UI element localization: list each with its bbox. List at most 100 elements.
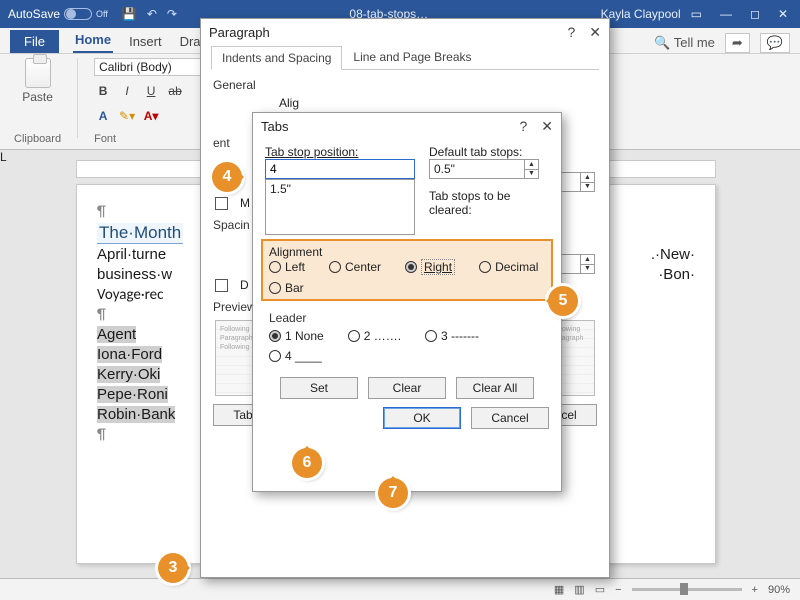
toggle-off-icon[interactable] (64, 8, 92, 20)
ribbon-options-icon[interactable]: ▭ (691, 7, 702, 21)
dialog-title: Paragraph (209, 25, 270, 40)
close-icon[interactable]: ✕ (778, 7, 788, 21)
callout-badge-3: 3 (158, 553, 188, 583)
clipboard-icon (25, 58, 51, 88)
dialog-titlebar[interactable]: Paragraph ? ✕ (201, 19, 609, 45)
leader-group: Leader 1 None 2 ……. 3 ------- 4 ____ (263, 307, 551, 369)
redo-icon[interactable]: ↷ (167, 7, 177, 21)
font-color-button[interactable]: A (94, 107, 112, 125)
tell-me-label: Tell me (674, 35, 715, 50)
leader-none-radio[interactable]: 1 None (269, 329, 324, 343)
tabs-dialog: Tabs ? ✕ Tab stop position: 1.5" Default… (252, 112, 562, 492)
font-group-label: Font (94, 133, 116, 145)
default-tab-stops-label: Default tab stops: (429, 145, 549, 159)
callout-badge-5: 5 (548, 286, 578, 316)
tab-indents-spacing[interactable]: Indents and Spacing (211, 46, 342, 70)
leader-underline-radio[interactable]: 4 ____ (269, 349, 322, 363)
mirror-indents-checkbox[interactable] (215, 197, 228, 210)
highlight-button[interactable]: ✎▾ (118, 107, 136, 125)
bold-button[interactable]: B (94, 82, 112, 100)
tab-insert[interactable]: Insert (127, 30, 164, 53)
tab-file[interactable]: File (10, 30, 59, 53)
tab-stop-position-input[interactable] (265, 159, 415, 179)
align-center-radio[interactable]: Center (329, 259, 381, 275)
strikethrough-button[interactable]: ab (166, 82, 184, 100)
clear-all-button[interactable]: Clear All (456, 377, 534, 399)
autosave-label: AutoSave (8, 7, 60, 21)
undo-icon[interactable]: ↶ (147, 7, 157, 21)
align-right-radio[interactable]: Right (405, 259, 455, 275)
autosave-toggle[interactable]: AutoSave Off (8, 7, 108, 21)
help-icon[interactable]: ? (519, 118, 527, 135)
status-bar: ▦ ▥ ▭ − + 90% (0, 578, 800, 600)
tab-line-breaks[interactable]: Line and Page Breaks (342, 45, 482, 69)
tab-home[interactable]: Home (73, 28, 113, 53)
leader-group-title: Leader (269, 311, 545, 325)
read-mode-icon[interactable]: ▦ (554, 583, 564, 596)
section-general: General (213, 78, 597, 92)
align-left-radio[interactable]: Left (269, 259, 305, 275)
selected-text: Robin·Bank (97, 406, 175, 423)
italic-button[interactable]: I (118, 82, 136, 100)
leader-dashes-radio[interactable]: 3 ------- (425, 329, 479, 343)
selected-text: Pepe·Roni (97, 386, 168, 403)
callout-badge-7: 7 (378, 478, 408, 508)
vertical-ruler-gutter: L (0, 150, 24, 578)
heading-text: The·Month (97, 223, 183, 244)
dont-add-space-checkbox[interactable] (215, 279, 228, 292)
callout-badge-4: 4 (212, 162, 242, 192)
selected-text: Iona·Ford (97, 346, 162, 363)
default-tab-value: 0.5" (434, 162, 455, 176)
quick-access-toolbar: 💾 ↶ ↷ (122, 7, 177, 21)
autosave-state: Off (96, 9, 108, 19)
dialog-titlebar[interactable]: Tabs ? ✕ (253, 113, 561, 139)
clipboard-group: Paste Clipboard (8, 58, 67, 145)
ok-button[interactable]: OK (383, 407, 461, 429)
zoom-in-button[interactable]: + (752, 584, 758, 596)
dont-add-label: D (240, 278, 249, 292)
leader-dots-radio[interactable]: 2 ……. (348, 329, 401, 343)
minimize-icon[interactable]: — (720, 7, 732, 21)
share-button[interactable]: ➦ (725, 33, 750, 53)
selected-text: Kerry·Oki (97, 366, 160, 383)
paste-label: Paste (22, 90, 53, 104)
dialog-tabstrip: Indents and Spacing Line and Page Breaks (211, 45, 599, 70)
paste-button[interactable]: Paste (22, 58, 53, 104)
selected-text: Agent (97, 326, 136, 343)
print-layout-icon[interactable]: ▥ (574, 583, 584, 596)
account-name[interactable]: Kayla Claypool (601, 7, 681, 21)
clipboard-group-label: Clipboard (14, 133, 61, 145)
alignment-label: Alig (215, 96, 299, 110)
mirror-label: M (240, 196, 250, 210)
font-group: Calibri (Body) B I U ab A ✎▾ A▾ Font (88, 58, 210, 145)
callout-badge-6: 6 (292, 448, 322, 478)
font-color-picker[interactable]: A▾ (142, 107, 160, 125)
tell-me-search[interactable]: 🔍 Tell me (654, 35, 715, 51)
clear-button[interactable]: Clear (368, 377, 446, 399)
cancel-button[interactable]: Cancel (471, 407, 549, 429)
to-be-cleared-label: Tab stops to be cleared: (429, 189, 549, 217)
close-icon[interactable]: ✕ (541, 118, 553, 135)
dialog-title: Tabs (261, 119, 288, 134)
align-decimal-radio[interactable]: Decimal (479, 259, 538, 275)
align-bar-radio[interactable]: Bar (269, 281, 304, 295)
zoom-slider[interactable] (632, 588, 742, 591)
alignment-group-title: Alignment (269, 245, 545, 259)
set-button[interactable]: Set (280, 377, 358, 399)
maximize-icon[interactable]: ◻ (750, 7, 760, 21)
underline-button[interactable]: U (142, 82, 160, 100)
zoom-out-button[interactable]: − (615, 584, 621, 596)
help-icon[interactable]: ? (567, 24, 575, 41)
group-separator (77, 58, 78, 138)
comments-button[interactable]: 💬 (760, 33, 790, 53)
save-icon[interactable]: 💾 (122, 7, 137, 21)
close-icon[interactable]: ✕ (589, 24, 601, 41)
web-layout-icon[interactable]: ▭ (595, 583, 605, 596)
alignment-group-highlight: Alignment Left Center Right Decimal Bar (261, 239, 553, 301)
tab-stop-listbox[interactable]: 1.5" (265, 179, 415, 235)
default-tab-stops-spin[interactable]: 0.5"▲▼ (429, 159, 539, 179)
font-name-combo[interactable]: Calibri (Body) (94, 58, 204, 76)
list-item[interactable]: 1.5" (270, 182, 410, 196)
zoom-level[interactable]: 90% (768, 584, 790, 596)
tab-stop-position-label: Tab stop position: (265, 145, 415, 159)
